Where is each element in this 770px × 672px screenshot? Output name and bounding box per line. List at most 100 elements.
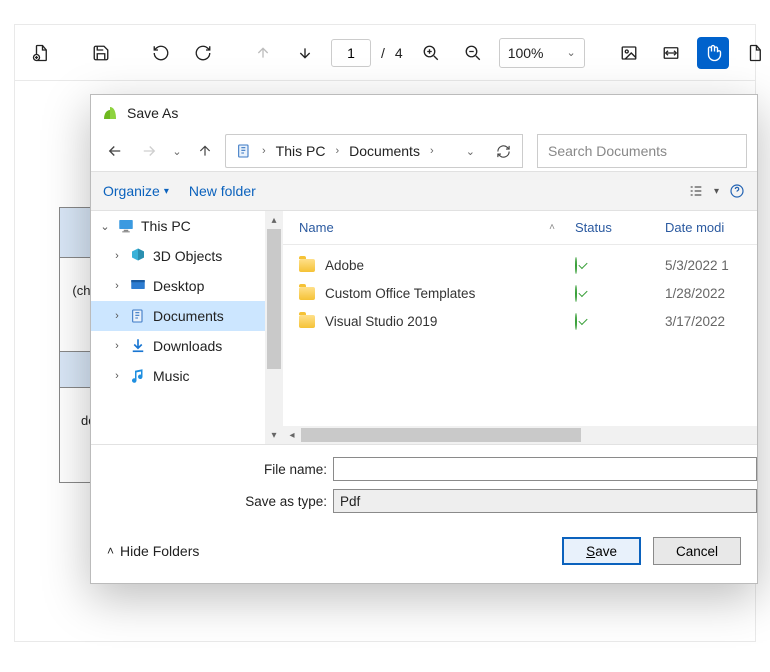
image-tool-button[interactable]	[613, 37, 645, 69]
file-row[interactable]: Visual Studio 20193/17/2022	[283, 307, 757, 335]
folder-type-icon	[129, 307, 147, 325]
save-as-type-value: Pdf	[340, 494, 360, 509]
tree-item-downloads[interactable]: ›Downloads	[91, 331, 265, 361]
hide-folders-toggle[interactable]: ˄ Hide Folders	[107, 543, 199, 559]
new-page-button[interactable]	[739, 37, 770, 69]
zoom-in-button[interactable]	[415, 37, 447, 69]
chevron-up-icon: ˄	[107, 544, 114, 558]
scroll-left-arrow[interactable]: ◂	[283, 426, 301, 444]
zoom-dropdown[interactable]: 100% ⌄	[499, 38, 585, 68]
tree-item-label: Downloads	[153, 338, 222, 354]
view-mode-button[interactable]	[688, 183, 704, 199]
filename-input[interactable]	[333, 457, 757, 481]
scroll-thumb[interactable]	[301, 428, 581, 442]
monitor-icon	[117, 217, 135, 235]
next-page-button[interactable]	[289, 37, 321, 69]
file-name: Adobe	[325, 258, 364, 273]
folder-type-icon	[129, 337, 147, 355]
caret-down-icon: ▾	[164, 186, 169, 197]
open-file-button[interactable]	[25, 37, 57, 69]
folder-icon	[299, 259, 315, 272]
view-mode-dropdown[interactable]: ▾	[714, 186, 719, 197]
tree-item-this-pc[interactable]: ⌄ This PC	[91, 211, 265, 241]
zoom-out-button[interactable]	[457, 37, 489, 69]
chevron-right-icon: ›	[335, 145, 339, 157]
scroll-thumb[interactable]	[267, 229, 281, 369]
tree-item-label: Desktop	[153, 278, 204, 294]
folder-type-icon	[129, 277, 147, 295]
dialog-command-bar: Organize ▾ New folder ▾	[91, 171, 757, 211]
file-list-panel: Name ˄ Status Date modi Adobe 5/3/2022 1 C…	[283, 211, 757, 444]
help-button[interactable]	[729, 183, 745, 199]
breadcrumb-root-icon[interactable]	[230, 138, 258, 164]
fit-width-button[interactable]	[655, 37, 687, 69]
nav-recent-dropdown[interactable]: ⌄	[169, 137, 185, 165]
save-as-dialog: Save As ⌄ › This PC › Documents ›	[90, 94, 758, 584]
folder-icon	[299, 315, 315, 328]
caret-down-icon: ⌄	[99, 220, 111, 233]
dialog-footer: ˄ Hide Folders Save Cancel	[91, 519, 757, 583]
status-ok-icon	[575, 313, 577, 330]
caret-right-icon: ›	[111, 280, 123, 292]
file-date: 1/28/2022	[665, 286, 757, 301]
zoom-value: 100%	[508, 45, 544, 61]
breadcrumb-this-pc[interactable]: This PC	[270, 138, 332, 164]
dialog-titlebar: Save As	[91, 95, 757, 131]
page-number-input[interactable]	[331, 39, 371, 67]
new-folder-button[interactable]: New folder	[189, 183, 256, 199]
breadcrumb-history-dropdown[interactable]: ⌄	[460, 138, 481, 164]
tree-item-desktop[interactable]: › Desktop	[91, 271, 265, 301]
search-input[interactable]: Search Documents	[537, 134, 747, 168]
hand-tool-button[interactable]	[697, 37, 729, 69]
save-accelerator: S	[586, 544, 595, 559]
page-total: 4	[395, 45, 403, 61]
scroll-down-arrow[interactable]: ▾	[265, 426, 283, 444]
organize-dropdown[interactable]: Organize ▾	[103, 183, 169, 199]
page-separator: /	[381, 45, 385, 61]
cancel-button[interactable]: Cancel	[653, 537, 741, 565]
save-button[interactable]: Save	[562, 537, 641, 565]
chevron-right-icon: ›	[430, 145, 434, 157]
sidebar-scrollbar[interactable]: ▴ ▾	[265, 211, 283, 444]
caret-right-icon: ›	[111, 250, 123, 262]
tree-item-documents[interactable]: › Documents	[91, 301, 265, 331]
breadcrumb-bar[interactable]: › This PC › Documents › ⌄	[225, 134, 485, 168]
file-date: 3/17/2022	[665, 314, 757, 329]
column-status-header[interactable]: Status	[575, 220, 665, 235]
caret-right-icon: ›	[111, 370, 123, 382]
nav-up-button[interactable]	[191, 137, 219, 165]
nav-forward-button[interactable]	[135, 137, 163, 165]
hide-folders-label: Hide Folders	[120, 543, 199, 559]
file-list-header: Name ˄ Status Date modi	[283, 211, 757, 245]
nav-back-button[interactable]	[101, 137, 129, 165]
save-button-toolbar[interactable]	[85, 37, 117, 69]
sort-indicator-icon: ˄	[549, 222, 555, 233]
file-name: Custom Office Templates	[325, 286, 475, 301]
status-ok-icon	[575, 285, 577, 302]
save-as-type-dropdown[interactable]: Pdf	[333, 489, 757, 513]
refresh-button[interactable]	[485, 134, 523, 168]
folder-type-icon	[129, 247, 147, 265]
file-row[interactable]: Custom Office Templates 1/28/2022	[283, 279, 757, 307]
column-name-header[interactable]: Name	[299, 220, 334, 235]
search-placeholder: Search Documents	[548, 143, 667, 159]
status-ok-icon	[575, 257, 577, 274]
folder-type-icon	[129, 367, 147, 385]
column-date-header[interactable]: Date modi	[665, 220, 757, 235]
tree-item-label: Documents	[153, 308, 224, 324]
prev-page-button[interactable]	[247, 37, 279, 69]
redo-button[interactable]	[187, 37, 219, 69]
save-as-type-label: Save as type:	[91, 494, 333, 509]
breadcrumb-documents[interactable]: Documents	[343, 138, 426, 164]
scroll-up-arrow[interactable]: ▴	[265, 211, 283, 229]
undo-button[interactable]	[145, 37, 177, 69]
dialog-form-area: File name: Save as type: Pdf	[91, 444, 757, 519]
file-date: 5/3/2022 1	[665, 258, 757, 273]
caret-right-icon: ›	[111, 310, 123, 322]
dialog-title: Save As	[127, 105, 178, 121]
file-list-horizontal-scrollbar[interactable]: ◂	[283, 426, 757, 444]
tree-item-music[interactable]: ›Music	[91, 361, 265, 391]
tree-item-3d-objects[interactable]: ›3D Objects	[91, 241, 265, 271]
filename-label: File name:	[91, 462, 333, 477]
file-row[interactable]: Adobe 5/3/2022 1	[283, 251, 757, 279]
